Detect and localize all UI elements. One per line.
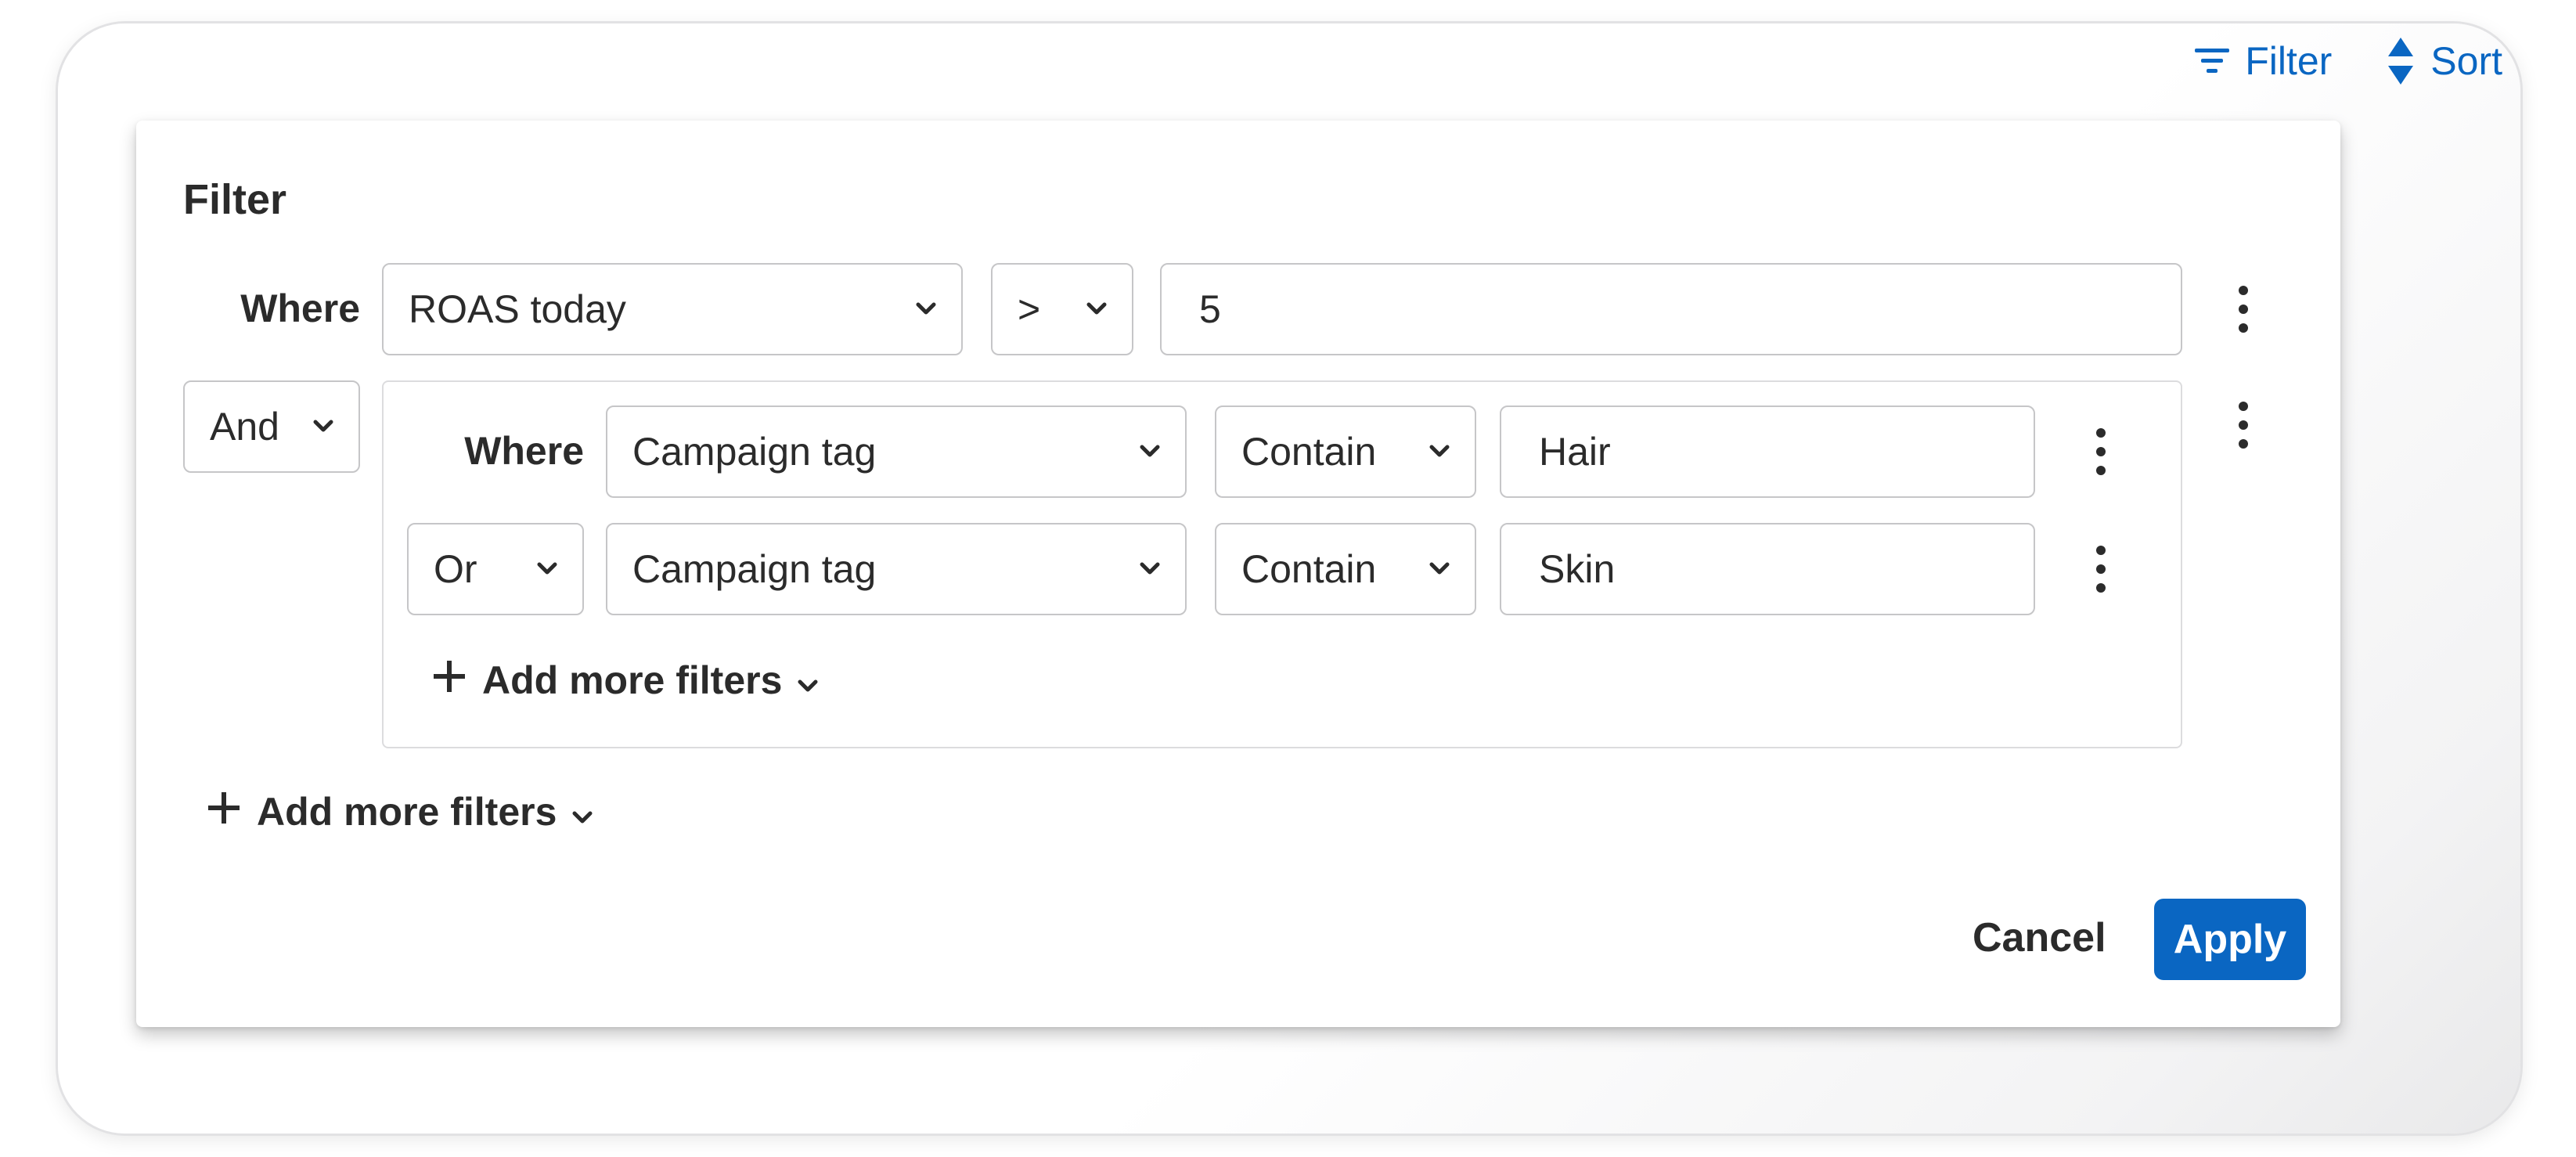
chevron-down-icon xyxy=(1429,445,1450,459)
toolbar: Filter Sort xyxy=(2195,36,2502,86)
chevron-down-icon xyxy=(1140,445,1160,459)
chevron-down-icon xyxy=(916,302,936,316)
group-row2-more-options-icon[interactable] xyxy=(2085,545,2117,593)
group-add-more-filters-label: Add more filters xyxy=(482,658,783,702)
where-label: Where xyxy=(240,287,360,330)
filter-toggle-button[interactable]: Filter xyxy=(2195,38,2332,84)
add-more-filters-button[interactable]: Add more filters xyxy=(207,789,593,834)
filter-icon xyxy=(2195,45,2230,77)
filter-toggle-label: Filter xyxy=(2245,39,2333,83)
group-field-select-2-value: Campaign tag xyxy=(632,547,877,591)
value-input[interactable]: 5 xyxy=(1160,263,2182,355)
group-value-input-2[interactable]: Skin xyxy=(1500,523,2035,615)
or-conjunction-select[interactable]: Or xyxy=(407,523,584,615)
operator-select-value: > xyxy=(1018,287,1041,331)
chevron-down-icon xyxy=(313,420,333,434)
group-row1-more-options-icon[interactable] xyxy=(2085,427,2117,476)
chevron-down-icon xyxy=(1429,562,1450,576)
chevron-down-icon xyxy=(1140,562,1160,576)
row-more-options-icon[interactable] xyxy=(2228,285,2259,333)
group-field-select-1[interactable]: Campaign tag xyxy=(606,405,1187,498)
filter-panel: Filter Where ROAS today > 5 And Where Ca… xyxy=(136,121,2340,1027)
group-field-select-2[interactable]: Campaign tag xyxy=(606,523,1187,615)
chevron-down-icon xyxy=(798,658,818,703)
group-value-input-1[interactable]: Hair xyxy=(1500,405,2035,498)
chevron-down-icon xyxy=(1086,302,1107,316)
panel-title: Filter xyxy=(183,176,287,223)
chevron-down-icon xyxy=(537,562,557,576)
sort-label: Sort xyxy=(2430,39,2502,83)
operator-select[interactable]: > xyxy=(991,263,1133,355)
chevron-down-icon xyxy=(572,789,593,834)
apply-button[interactable]: Apply xyxy=(2154,899,2306,980)
add-more-filters-label: Add more filters xyxy=(257,790,557,834)
field-select[interactable]: ROAS today xyxy=(382,263,963,355)
group-add-more-filters-button[interactable]: Add more filters xyxy=(432,658,818,703)
sort-icon xyxy=(2387,36,2415,86)
cancel-button[interactable]: Cancel xyxy=(1973,914,2106,961)
group-field-select-1-value: Campaign tag xyxy=(632,430,877,474)
group-operator-select-1[interactable]: Contain xyxy=(1215,405,1476,498)
group-value-input-2-text: Skin xyxy=(1539,547,1616,591)
group-value-input-1-text: Hair xyxy=(1539,430,1611,474)
plus-icon xyxy=(207,789,241,834)
group-more-options-icon[interactable] xyxy=(2228,401,2259,449)
value-input-text: 5 xyxy=(1199,287,1221,331)
and-conjunction-select[interactable]: And xyxy=(183,380,360,473)
sort-button[interactable]: Sort xyxy=(2387,36,2502,86)
group-operator-select-2[interactable]: Contain xyxy=(1215,523,1476,615)
and-conjunction-value: And xyxy=(210,405,279,449)
group-operator-select-1-value: Contain xyxy=(1241,430,1377,474)
plus-icon xyxy=(432,658,467,703)
field-select-value: ROAS today xyxy=(409,287,626,331)
or-conjunction-value: Or xyxy=(434,547,477,591)
group-where-label: Where xyxy=(464,429,584,473)
group-operator-select-2-value: Contain xyxy=(1241,547,1377,591)
